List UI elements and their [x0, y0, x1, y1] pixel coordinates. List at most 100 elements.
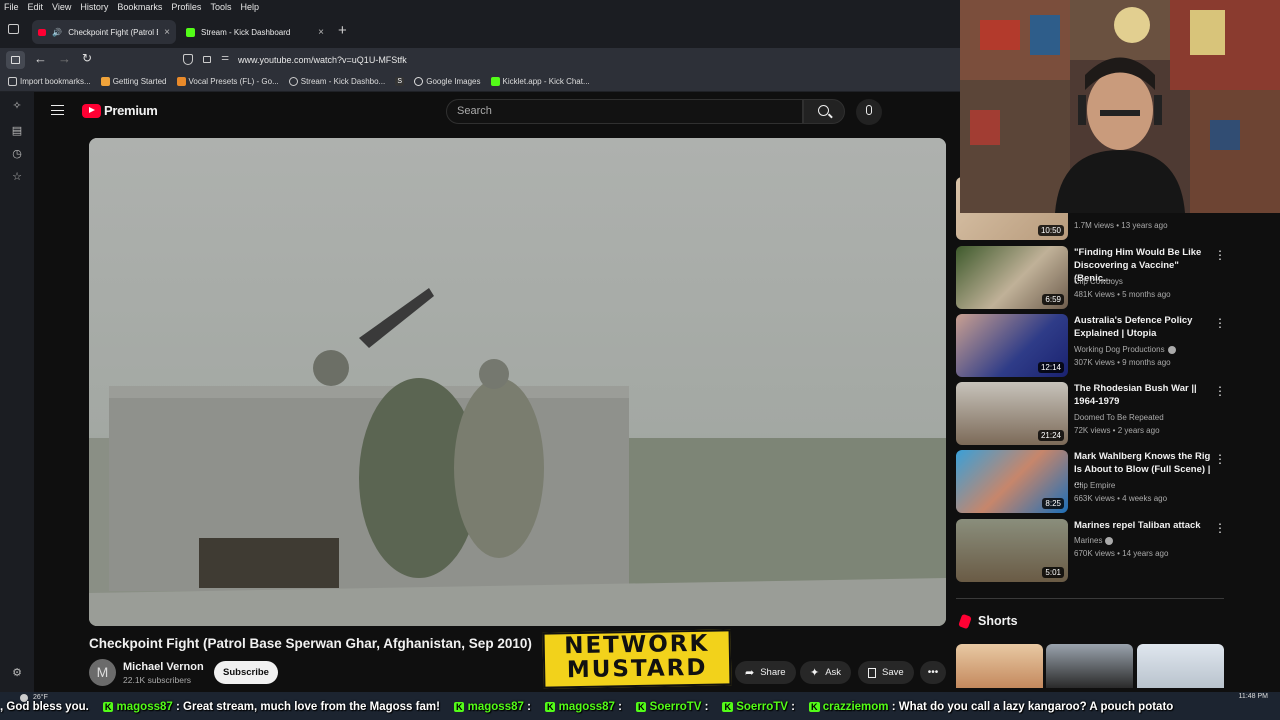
ai-sparkle-icon[interactable]: ✧	[11, 100, 23, 112]
subscribe-button[interactable]: Subscribe	[214, 661, 278, 684]
toolbar: ← → ↻ ⚌ www.youtube.com/watch?v=uQ1U-MFS…	[0, 48, 960, 72]
permissions-icon[interactable]: ⚌	[221, 52, 229, 63]
save-button[interactable]: Save	[858, 661, 914, 684]
menu-edit[interactable]: Edit	[28, 2, 44, 12]
more-vertical-icon[interactable]: ⋮	[1214, 248, 1226, 262]
shield-icon[interactable]	[183, 54, 193, 65]
ask-label: Ask	[825, 667, 842, 678]
voice-search-button[interactable]	[856, 99, 882, 125]
share-button[interactable]: ➦ Share	[735, 661, 796, 684]
tab-kick-dashboard[interactable]: Stream - Kick Dashboard ×	[180, 20, 330, 44]
bookmark-star-icon[interactable]: ☆	[11, 171, 23, 183]
kick-favicon-icon	[186, 27, 195, 37]
video-frame	[89, 138, 946, 626]
video-thumbnail: 21:24	[956, 382, 1068, 445]
menu-help[interactable]: Help	[240, 2, 259, 12]
video-thumbnail: 8:25	[956, 450, 1068, 513]
bookmark-s[interactable]: S	[395, 77, 405, 86]
back-icon[interactable]: ←	[34, 51, 47, 66]
chat-username: magoss87	[116, 701, 173, 713]
hamburger-middle-line	[51, 109, 64, 111]
video-thumbnail: 6:59	[956, 246, 1068, 309]
save-label: Save	[882, 667, 904, 678]
recommendation-item[interactable]: 6:59 "Finding Him Would Be Like Discover…	[956, 246, 1226, 310]
video-player[interactable]	[89, 138, 946, 626]
import-icon	[8, 77, 17, 86]
search-icon-handle	[828, 113, 833, 119]
new-tab-icon[interactable]: +	[338, 22, 347, 39]
more-horizontal-icon: •••	[927, 667, 939, 678]
more-vertical-icon[interactable]: ⋮	[1214, 384, 1226, 398]
microphone-icon	[866, 105, 872, 115]
history-icon[interactable]: ◷	[11, 148, 23, 160]
bookmark-getting-started[interactable]: Getting Started	[100, 77, 167, 86]
menu-tools[interactable]: Tools	[210, 2, 231, 12]
forward-icon[interactable]: →	[58, 51, 71, 66]
url-field[interactable]: www.youtube.com/watch?v=uQ1U-MFStfk	[238, 55, 407, 65]
rec-meta: 307K views • 9 months ago	[1074, 358, 1171, 367]
rec-title: Australia's Defence Policy Explained | U…	[1074, 315, 1193, 339]
avatar[interactable]: M	[89, 659, 116, 686]
menu-bookmarks[interactable]: Bookmarks	[117, 2, 162, 12]
more-vertical-icon[interactable]: ⋮	[1214, 452, 1226, 466]
settings-gear-icon[interactable]: ⚙	[11, 667, 23, 679]
recommendation-item[interactable]: 12:14 Australia's Defence Policy Explain…	[956, 314, 1226, 378]
chat-message: K magoss87 : Great stream, much love fro…	[97, 701, 440, 713]
bookmark-vocal-presets[interactable]: Vocal Presets (FL) - Go...	[176, 77, 279, 86]
rec-meta: 663K views • 4 weeks ago	[1074, 494, 1168, 503]
recommendation-item[interactable]: 8:25 Mark Wahlberg Knows the Rig Is Abou…	[956, 450, 1226, 514]
globe-icon	[288, 77, 298, 86]
speaker-icon: 🔊	[52, 27, 63, 37]
tab-overview-icon[interactable]	[8, 24, 19, 34]
firefox-icon	[100, 77, 110, 86]
menu-profiles[interactable]: Profiles	[171, 2, 201, 12]
bookmark-kick-dashboard[interactable]: Stream - Kick Dashbo...	[288, 77, 385, 86]
shorts-heading: Shorts	[978, 614, 1018, 628]
rec-channel: Working Dog Productions	[1074, 345, 1176, 354]
menu-view[interactable]: View	[52, 2, 71, 12]
duration-badge: 12:14	[1037, 362, 1064, 373]
rec-channel: Doomed To Be Repeated	[1074, 413, 1164, 422]
menu-bar: File Edit View History Bookmarks Profile…	[0, 0, 960, 14]
more-vertical-icon[interactable]: ⋮	[1214, 316, 1226, 330]
network-mustard-overlay-logo: NETWORK MUSTARD	[542, 629, 732, 689]
synced-tabs-icon[interactable]: ▤	[11, 125, 23, 137]
chat-message: K crazziemom : What do you call a lazy k…	[803, 701, 1173, 713]
webcam-frame	[960, 0, 1280, 213]
bookmark-kicklet[interactable]: Kicklet.app - Kick Chat...	[490, 77, 590, 86]
lock-icon[interactable]	[203, 56, 211, 63]
close-tab-icon[interactable]: ×	[164, 27, 170, 38]
chat-message: K SoerroTV :	[630, 701, 708, 713]
share-label: Share	[760, 667, 786, 678]
channel-name[interactable]: Michael Vernon	[123, 661, 204, 673]
kick-icon: K	[722, 702, 733, 712]
menu-file[interactable]: File	[4, 2, 19, 12]
reload-icon[interactable]: ↻	[82, 51, 92, 65]
rec-title: Marines repel Taliban attack	[1074, 520, 1201, 531]
youtube-logo[interactable]: Premium	[82, 103, 158, 118]
short-thumbnail[interactable]	[1046, 644, 1133, 688]
chat-text: :	[791, 701, 795, 713]
close-tab-icon[interactable]: ×	[318, 27, 324, 38]
more-actions-button[interactable]: •••	[920, 661, 946, 684]
search-input[interactable]: Search	[446, 99, 803, 124]
short-thumbnail[interactable]	[956, 644, 1043, 688]
recommendation-item[interactable]: 5:01 Marines repel Taliban attack Marine…	[956, 519, 1226, 583]
bookmark-google-images[interactable]: Google Images	[414, 77, 481, 86]
recommendation-item[interactable]: 21:24 The Rhodesian Bush War || 1964-197…	[956, 382, 1226, 446]
chat-username: SoerroTV	[736, 701, 788, 713]
tab-youtube[interactable]: 🔊 Checkpoint Fight (Patrol Ba ×	[32, 20, 176, 44]
more-vertical-icon[interactable]: ⋮	[1214, 521, 1226, 535]
search-button[interactable]	[803, 99, 845, 124]
menu-history[interactable]: History	[80, 2, 108, 12]
chat-message: K SoerroTV :	[716, 701, 795, 713]
verified-check-icon	[1167, 345, 1176, 354]
ticker-lead: , God bless you.	[0, 701, 89, 713]
ask-button[interactable]: ✦ Ask	[800, 661, 852, 684]
kick-icon: K	[809, 702, 820, 712]
tab-bar: 🔊 Checkpoint Fight (Patrol Ba × Stream -…	[0, 14, 960, 48]
bookmark-import[interactable]: Import bookmarks...	[8, 77, 91, 86]
share-arrow-icon: ➦	[745, 667, 755, 679]
short-thumbnail[interactable]	[1137, 644, 1224, 688]
kick-icon: K	[453, 702, 465, 712]
